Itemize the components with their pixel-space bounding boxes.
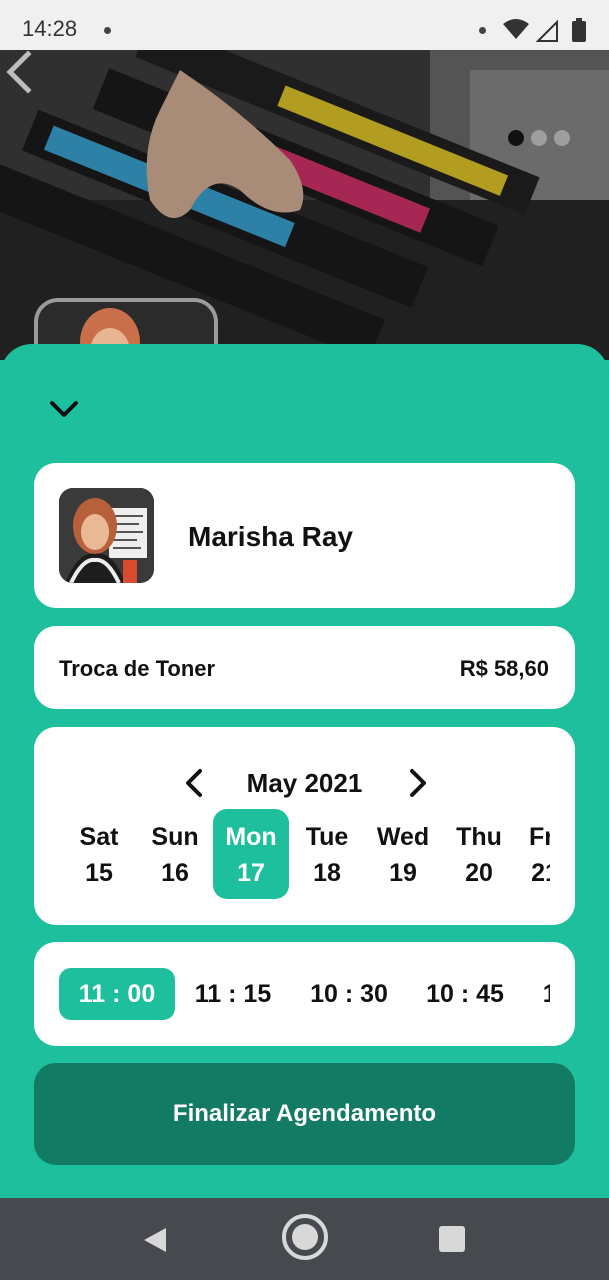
- day-weekday: Wed: [376, 823, 430, 851]
- provider-name: Marisha Ray: [188, 521, 353, 552]
- day-number: 15: [85, 859, 113, 887]
- notification-dot-icon: [479, 27, 486, 34]
- month-label: May 2021: [246, 768, 363, 798]
- provider-avatar: [59, 488, 154, 583]
- time-slot-selected[interactable]: 11 : 00: [59, 968, 175, 1020]
- service-card[interactable]: Troca de Toner R$ 58,60: [34, 626, 575, 709]
- finish-booking-button[interactable]: Finalizar Agendamento: [34, 1063, 575, 1165]
- chevron-right-icon[interactable]: [406, 767, 430, 799]
- time-slot[interactable]: 11 : 00: [523, 968, 550, 1020]
- day-number: 18: [313, 859, 341, 887]
- notification-dot-icon: [104, 27, 111, 34]
- day-weekday: Sat: [79, 823, 119, 851]
- day-weekday: Fri: [529, 823, 550, 851]
- days-scroller[interactable]: Sat 15 Sun 16 Mon 17 Tue 18 Wed 19 Thu 2…: [34, 809, 550, 901]
- day-number: 20: [465, 859, 493, 887]
- booking-sheet: Marisha Ray Troca de Toner R$ 58,60 May …: [0, 344, 609, 1200]
- day-number: 16: [161, 859, 189, 887]
- service-name: Troca de Toner: [59, 656, 216, 681]
- day-item-selected[interactable]: Mon 17: [213, 809, 289, 899]
- time-slots-scroller[interactable]: 11 : 00 11 : 15 10 : 30 10 : 45 11 : 00: [34, 968, 550, 1020]
- time-slot[interactable]: 10 : 45: [407, 968, 523, 1020]
- signal-icon: [536, 20, 558, 42]
- status-time: 14:28: [22, 16, 78, 41]
- carousel-pager[interactable]: [508, 130, 570, 146]
- day-item[interactable]: Sat 15: [61, 809, 137, 899]
- nav-back-icon[interactable]: [142, 1226, 168, 1254]
- pager-dot-3[interactable]: [554, 130, 570, 146]
- day-weekday: Thu: [456, 823, 502, 851]
- time-slot[interactable]: 10 : 30: [291, 968, 407, 1020]
- day-item[interactable]: Thu 20: [441, 809, 517, 899]
- back-chevron-icon[interactable]: [0, 50, 36, 94]
- day-item[interactable]: Sun 16: [137, 809, 213, 899]
- time-picker-card: 11 : 00 11 : 15 10 : 30 10 : 45 11 : 00: [34, 942, 575, 1046]
- day-number: 19: [389, 859, 417, 887]
- day-number: 17: [237, 859, 265, 887]
- day-weekday: Tue: [305, 823, 349, 851]
- month-selector: May 2021: [34, 765, 575, 801]
- battery-icon: [572, 18, 586, 42]
- pager-dot-1[interactable]: [508, 130, 524, 146]
- provider-card[interactable]: Marisha Ray: [34, 463, 575, 608]
- nav-recents-icon[interactable]: [439, 1226, 465, 1252]
- day-item[interactable]: Fri 21: [507, 809, 550, 899]
- nav-home-icon[interactable]: [281, 1213, 329, 1261]
- day-item[interactable]: Wed 19: [365, 809, 441, 899]
- service-price: R$ 58,60: [459, 656, 549, 681]
- date-picker-card: May 2021 Sat 15 Sun 16 Mon 17 Tue 18 Wed…: [34, 727, 575, 925]
- chevron-down-icon[interactable]: [44, 394, 84, 424]
- status-bar: 14:28: [0, 0, 609, 50]
- day-number: 21: [531, 859, 550, 887]
- pager-dot-2[interactable]: [531, 130, 547, 146]
- wifi-icon: [503, 19, 529, 39]
- system-nav-bar: [0, 1198, 609, 1280]
- time-slot[interactable]: 11 : 15: [175, 968, 291, 1020]
- day-item[interactable]: Tue 18: [289, 809, 365, 899]
- day-weekday: Sun: [151, 823, 199, 851]
- day-weekday: Mon: [225, 823, 277, 851]
